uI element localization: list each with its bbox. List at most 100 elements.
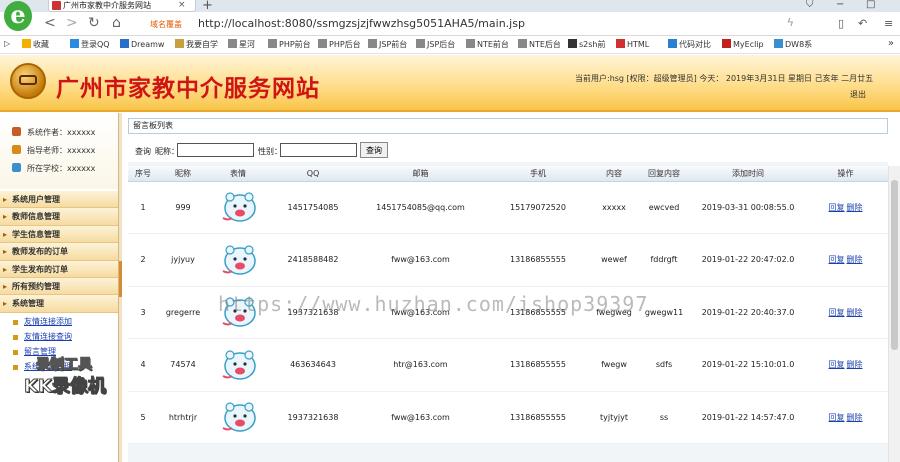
search-button[interactable]: 查询 [360,142,388,158]
reply-cell: sdfs [635,338,693,392]
bookmark-label: 收藏 [33,40,49,49]
bookmark-item[interactable]: PHP后台 [318,39,361,50]
table-row: 5 htrhtrjr 1937321638 fww@163.com 1318685555… [128,391,888,444]
minimize-icon[interactable]: − [836,0,844,10]
reply-link[interactable]: 回复 [829,203,845,212]
sidebar-menu-item[interactable]: 所有预约管理 [0,277,118,296]
url-text[interactable]: http://localhost:8080/ssmgzsjzjfwwzhsg50… [198,17,525,30]
refresh-icon[interactable]: ↻ [88,15,100,31]
table-row: 4 74574 463634643 htr@163.com 13186855555 fwe… [128,338,888,392]
delete-link[interactable]: 删除 [847,360,863,369]
actions-cell: 回复 删除 [803,233,888,287]
delete-link[interactable]: 删除 [847,255,863,264]
site-header: 广州市家教中介服务网站 当前用户:hsg [权限：超级管理员] 今天： 2019… [0,55,900,112]
browser-nav-bar: < > ↻ ⌂ 域名覆盖 http://localhost:8080/ssmgz… [0,12,900,36]
bookmark-item[interactable]: Dreamw [120,39,164,49]
splitter-handle[interactable] [119,261,122,297]
sidebar-menu-item[interactable]: 系统用户管理 [0,191,118,209]
back-icon[interactable]: < [44,15,56,31]
column-header: 序号 [128,166,158,182]
bookmark-icon [70,39,79,48]
bookmark-item[interactable]: 登录QQ [70,39,110,50]
mood-face-icon [218,188,258,226]
column-header: 操作 [803,166,888,182]
column-header: QQ [268,166,358,182]
column-header: 手机 [483,166,593,182]
bookmark-item[interactable]: PHP前台 [268,39,311,50]
delete-link[interactable]: 删除 [847,308,863,317]
phone-cell: 13186855555 [483,233,593,287]
close-tab-icon[interactable]: × [178,0,186,10]
undo-icon[interactable]: ↶ [858,17,867,30]
vertical-scrollbar[interactable] [888,166,900,462]
browser-tab[interactable]: 广州市家教中介服务网站 [48,0,196,12]
home-icon[interactable]: ⌂ [112,15,121,31]
email-cell: 1451754085@qq.com [358,181,483,234]
bookmark-icon [416,39,425,48]
sidebar-submenu-item[interactable]: 友情连接查询 [0,330,118,345]
reply-link[interactable]: 回复 [829,413,845,422]
bookmark-item[interactable]: DW8系 [774,39,812,50]
time-cell: 2019-01-22 20:40:37.0 [693,286,803,339]
mood-face-icon [218,398,258,436]
bookmark-label: HTML [627,40,650,49]
user-line-label: 系统作者：xxxxxx [27,128,96,137]
bookmark-item[interactable]: JSP前台 [368,39,407,50]
maximize-icon[interactable]: □ [866,0,875,10]
sidebar-menu-item[interactable]: 系统管理 [0,295,118,313]
bookmark-label: PHP前台 [279,40,311,49]
site-favicon-icon [52,1,61,10]
forward-icon[interactable]: > [66,15,78,31]
bookmark-item[interactable]: HTML [616,39,649,49]
sidebar-splitter[interactable] [118,113,122,462]
bookmark-item[interactable]: 星河 [228,39,255,50]
actions-cell: 回复 删除 [803,338,888,392]
sidebar-menu-item[interactable]: 学生发布的订单 [0,260,118,278]
nickname-cell: 999 [158,181,208,234]
sidebar-submenu-item[interactable]: 友情连接添加 [0,315,118,330]
sidebar-menu-item[interactable]: 学生信息管理 [0,225,118,244]
bookmarks-more-icon[interactable]: » [888,38,894,49]
sidebar-submenu-item[interactable]: 系统公告管理 [0,360,118,375]
address-bar[interactable]: 域名覆盖 http://localhost:8080/ssmgzsjzjfwwz… [142,15,814,33]
bookmark-toggle-icon[interactable]: ▷ [4,39,10,48]
bookmark-item[interactable]: s2sh前 [568,39,606,50]
bookmark-item[interactable]: 我要自学 [175,39,218,50]
bookmark-icon [318,39,327,48]
sidebar-submenu-item[interactable]: 留言管理 [0,345,118,360]
reply-cell: ewcved [635,181,693,234]
time-cell: 2019-03-31 00:08:55.0 [693,181,803,234]
row-number: 4 [128,338,158,392]
time-cell: 2019-01-22 15:10:01.0 [693,338,803,392]
speed-mode-icon[interactable]: ϟ [787,16,794,29]
scrollbar-thumb[interactable] [891,180,898,350]
reply-cell: fddrgft [635,233,693,287]
shirt-skin-icon[interactable]: ⛉ [806,0,814,10]
browser-tab-title: 广州市家教中介服务网站 [63,1,151,10]
phone-cell: 15179072520 [483,181,593,234]
logout-link[interactable]: 退出 [850,89,866,100]
bookmark-item[interactable]: NTE前台 [466,39,509,50]
phone-cell: 13186855555 [483,286,593,339]
reply-link[interactable]: 回复 [829,255,845,264]
bookmark-item[interactable]: JSP后台 [416,39,455,50]
delete-link[interactable]: 删除 [847,203,863,212]
bookmark-item[interactable]: 收藏 [22,39,49,50]
sidebar-menu-item[interactable]: 教师信息管理 [0,208,118,226]
author-icon [12,127,21,136]
bookmark-item[interactable]: NTE后台 [518,39,561,50]
delete-link[interactable]: 删除 [847,413,863,422]
gender-input[interactable] [280,143,357,157]
bookmark-item[interactable]: 代码对比 [668,39,711,50]
mood-cell [208,391,268,444]
table-row: 2 jyjyuy 2418588482 fww@163.com 13186855555 w… [128,233,888,287]
reader-mode-icon[interactable]: ▯ [838,17,844,30]
mood-face-icon [218,293,258,331]
mood-face-icon [218,241,258,279]
menu-icon[interactable]: ≡ [884,17,893,30]
nickname-input[interactable] [177,143,254,157]
reply-link[interactable]: 回复 [829,308,845,317]
sidebar-menu-item[interactable]: 教师发布的订单 [0,243,118,261]
bookmark-item[interactable]: MyEclip [722,39,764,49]
reply-link[interactable]: 回复 [829,360,845,369]
